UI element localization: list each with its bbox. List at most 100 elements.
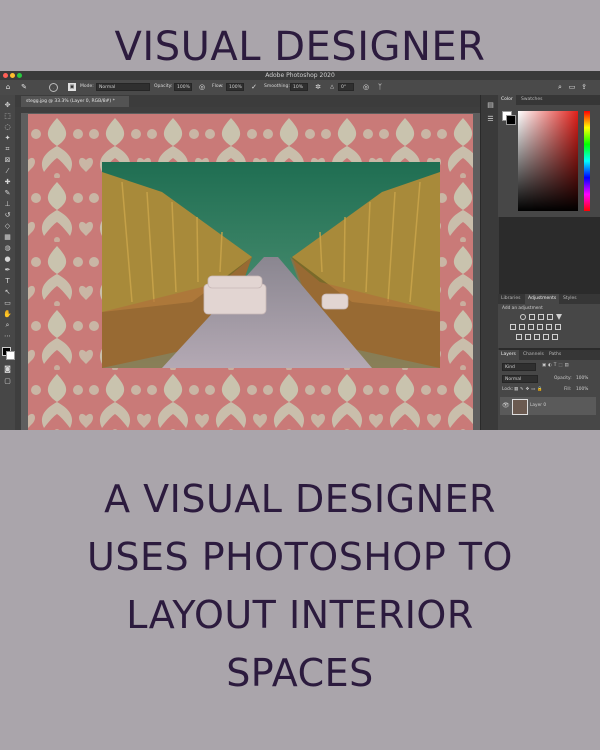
blur-tool-icon[interactable]: ◍ [3, 244, 12, 252]
adjustments-panel: Add an adjustment [498, 304, 600, 348]
shape-tool-icon[interactable]: ▭ [3, 299, 12, 307]
history-brush-tool-icon[interactable]: ↺ [3, 211, 12, 219]
workspace-icon[interactable]: ▭ [568, 83, 576, 91]
gradient-map-icon[interactable] [543, 334, 549, 340]
clone-stamp-tool-icon[interactable]: ⊥ [3, 200, 12, 208]
brush-settings-icon[interactable]: ▣ [68, 83, 76, 91]
healing-brush-tool-icon[interactable]: ✚ [3, 178, 12, 186]
layers-panel-tabs: Layers Channels Paths [498, 350, 600, 360]
layers-panel: Kind ▣◐T⬚▤ Normal Opacity: 100% Lock: ▦✎… [498, 360, 600, 430]
lock-icons[interactable]: ▦✎✥▭🔒 [514, 387, 545, 392]
pressure-opacity-icon[interactable]: ◎ [198, 83, 206, 91]
flow-field[interactable]: 100% [226, 83, 244, 91]
background-color-swatch[interactable] [6, 351, 15, 360]
path-selection-tool-icon[interactable]: ↖ [3, 288, 12, 296]
layer-name: Layer 0 [530, 403, 547, 408]
lock-label: Lock: [502, 387, 514, 392]
layer-thumbnail [512, 399, 528, 415]
fill-value[interactable]: 100% [576, 387, 588, 392]
channel-mixer-icon[interactable] [546, 324, 552, 330]
tab-libraries[interactable]: Libraries [498, 294, 523, 304]
history-panel-icon[interactable]: ▤ [486, 101, 495, 109]
hue-slider[interactable] [584, 111, 590, 211]
airbrush-icon[interactable]: ✓ [250, 83, 258, 91]
search-icon[interactable]: ⌕ [556, 83, 564, 91]
vibrance-icon[interactable] [556, 314, 562, 320]
layer-row[interactable]: 👁 Layer 0 [500, 397, 596, 415]
properties-panel-icon[interactable]: ☰ [486, 115, 495, 123]
layer-filter-icons[interactable]: ▣◐T⬚▤ [542, 363, 571, 368]
home-icon[interactable]: ⌂ [4, 83, 12, 91]
mode-label: Mode: [80, 84, 94, 89]
vertical-ruler [15, 113, 21, 430]
levels-icon[interactable] [529, 314, 535, 320]
tab-channels[interactable]: Channels [520, 350, 547, 360]
color-balance-icon[interactable] [519, 324, 525, 330]
cornfield-road-photo [102, 162, 440, 368]
tools-panel: ✥ ⬚ ◌ ✦ ⌗ ⊠ ⁄ ✚ ✎ ⊥ ↺ ◇ ▦ ◍ ● ✒ T ↖ ▭ ✋ … [0, 95, 16, 430]
exposure-icon[interactable] [547, 314, 553, 320]
smoothing-label: Smoothing: [264, 84, 290, 89]
pen-tool-icon[interactable]: ✒ [3, 266, 12, 274]
type-tool-icon[interactable]: T [3, 277, 12, 285]
dodge-tool-icon[interactable]: ● [3, 255, 12, 263]
pressure-size-icon[interactable]: ◎ [362, 83, 370, 91]
brush-size-icon[interactable]: · [49, 83, 58, 92]
marquee-tool-icon[interactable]: ⬚ [3, 112, 12, 120]
move-tool-icon[interactable]: ✥ [3, 101, 12, 109]
smoothing-gear-icon[interactable]: ✲ [314, 83, 322, 91]
black-white-icon[interactable] [528, 324, 534, 330]
layers-filter-kind[interactable]: Kind [502, 363, 536, 371]
layer-opacity-label: Opacity: [554, 376, 572, 381]
threshold-icon[interactable] [534, 334, 540, 340]
zoom-tool-icon[interactable]: ⌕ [3, 321, 12, 329]
angle-field[interactable]: 0° [338, 83, 354, 91]
frame-tool-icon[interactable]: ⊠ [3, 156, 12, 164]
brush-tool-icon[interactable]: ✎ [3, 189, 12, 197]
blend-mode-select[interactable]: Normal [502, 375, 538, 383]
eraser-tool-icon[interactable]: ◇ [3, 222, 12, 230]
symmetry-icon[interactable]: ᛉ [376, 83, 384, 91]
opacity-field[interactable]: 100% [174, 83, 192, 91]
visibility-eye-icon[interactable]: 👁 [502, 402, 510, 409]
crop-tool-icon[interactable]: ⌗ [3, 145, 12, 153]
color-field[interactable] [518, 111, 578, 211]
tab-layers[interactable]: Layers [498, 350, 519, 360]
smoothing-field[interactable]: 10% [290, 83, 308, 91]
magic-wand-tool-icon[interactable]: ✦ [3, 134, 12, 142]
eyedropper-tool-icon[interactable]: ⁄ [3, 167, 12, 175]
lasso-tool-icon[interactable]: ◌ [3, 123, 12, 131]
quick-mask-icon[interactable]: ◙ [3, 365, 12, 373]
hand-tool-icon[interactable]: ✋ [3, 310, 12, 318]
gradient-tool-icon[interactable]: ▦ [3, 233, 12, 241]
headline: VISUAL DESIGNER [114, 24, 486, 70]
curves-icon[interactable] [538, 314, 544, 320]
color-background-swatch[interactable] [506, 115, 516, 125]
adjustments-panel-tabs: Libraries Adjustments Styles [498, 294, 600, 304]
brush-icon[interactable]: ✎ [20, 83, 28, 91]
posterize-icon[interactable] [525, 334, 531, 340]
brightness-icon[interactable] [520, 314, 526, 320]
flow-label: Flow: [212, 84, 224, 89]
hue-saturation-icon[interactable] [510, 324, 516, 330]
mode-select[interactable]: Normal [96, 83, 150, 91]
tab-swatches[interactable]: Swatches [518, 95, 546, 105]
photo-filter-icon[interactable] [537, 324, 543, 330]
damask-pattern-background [28, 114, 473, 430]
layer-opacity-value[interactable]: 100% [576, 376, 588, 381]
tab-color[interactable]: Color [498, 95, 516, 105]
tab-adjustments[interactable]: Adjustments [525, 294, 560, 304]
canvas-area[interactable] [15, 107, 480, 430]
tab-paths[interactable]: Paths [546, 350, 564, 360]
share-icon[interactable]: ⇪ [580, 83, 588, 91]
panel-icon-strip: ▤ ☰ [480, 95, 499, 430]
color-lookup-icon[interactable] [555, 324, 561, 330]
tab-styles[interactable]: Styles [560, 294, 580, 304]
screen-mode-icon[interactable]: ▢ [3, 377, 12, 385]
color-panel [498, 105, 600, 217]
caption-line: A VISUAL DESIGNER [104, 477, 496, 521]
invert-icon[interactable] [516, 334, 522, 340]
more-tools-icon[interactable]: ⋯ [3, 332, 12, 340]
document-tab[interactable]: stegg.jpg @ 33.3% (Layer 0, RGB/8#) * [21, 96, 129, 107]
selective-color-icon[interactable] [552, 334, 558, 340]
